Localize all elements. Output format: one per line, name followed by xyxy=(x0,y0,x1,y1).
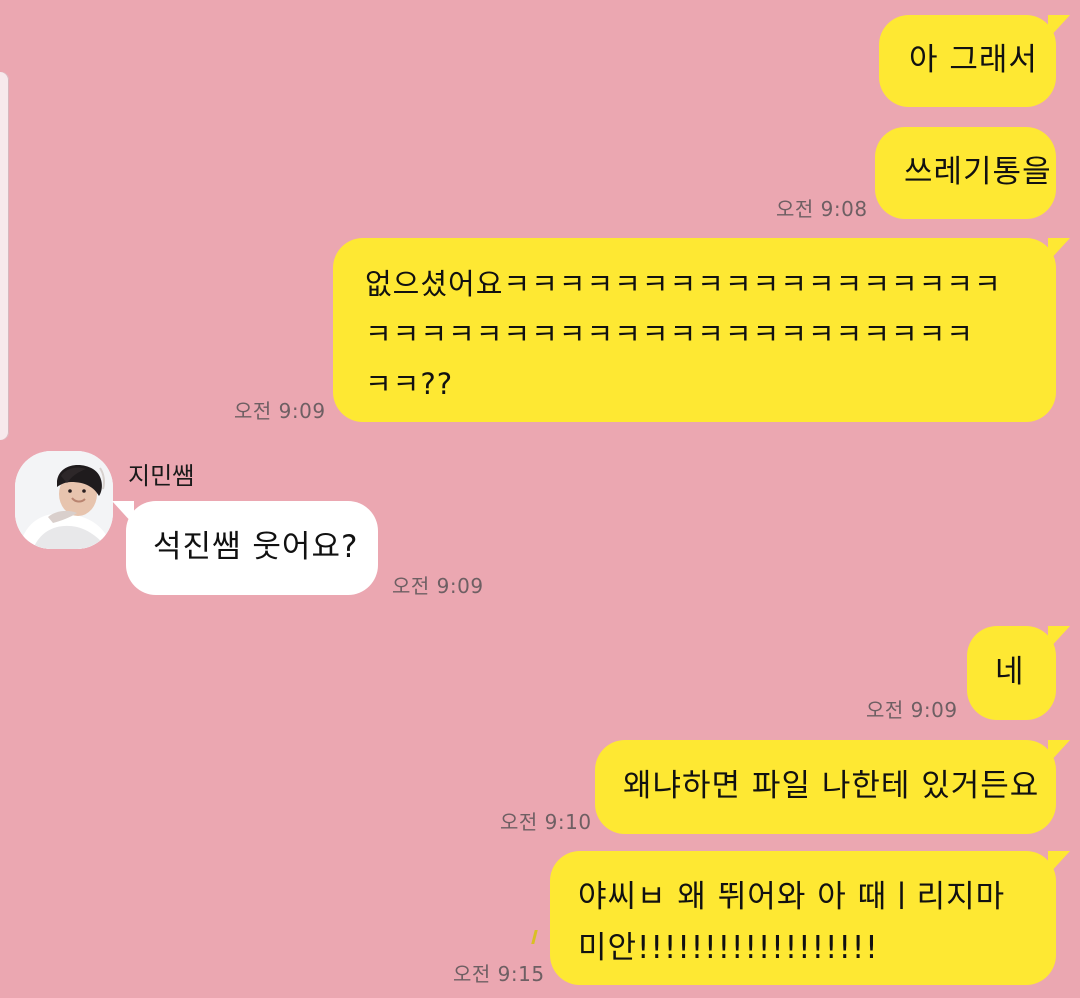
message-text-line-1: 없으셨어요ㅋㅋㅋㅋㅋㅋㅋㅋㅋㅋㅋㅋㅋㅋㅋㅋㅋㅋ xyxy=(365,267,1002,301)
partner-message-bubble[interactable]: 석진쌤 웃어요? xyxy=(112,501,378,595)
profile-avatar[interactable] xyxy=(15,451,113,549)
message-text: 왜냐하면 파일 나한테 있거든요 xyxy=(623,768,1040,804)
message-text-line-2: 미안!!!!!!!!!!!!!!!!!! xyxy=(578,930,879,966)
message-timestamp: 오전 9:09 xyxy=(866,698,958,722)
message-timestamp: 오전 9:09 xyxy=(392,574,484,598)
profile-photo-icon xyxy=(15,451,113,549)
my-message-bubble-6[interactable]: 야씨ㅂ 왜 뛰어와 아 때ㅣ리지마 미안!!!!!!!!!!!!!!!!!! xyxy=(550,851,1070,985)
my-message-bubble-4[interactable]: 네 xyxy=(967,626,1070,720)
scroll-edge-indicator xyxy=(0,72,9,440)
message-timestamp: 오전 9:15 xyxy=(453,962,545,986)
message-text-line-1: 야씨ㅂ 왜 뛰어와 아 때ㅣ리지마 xyxy=(578,879,1006,915)
message-text: 석진쌤 웃어요? xyxy=(153,529,359,565)
my-message-bubble-2[interactable]: 쓰레기통을 xyxy=(875,127,1056,219)
message-text-line-3: ㅋㅋ?? xyxy=(365,367,454,401)
partner-name: 지민쌤 xyxy=(128,462,195,490)
message-timestamp: 오전 9:08 xyxy=(776,197,868,221)
message-text: 네 xyxy=(995,654,1025,690)
my-message-bubble-1[interactable]: 아 그래서 xyxy=(879,15,1070,107)
message-timestamp: 오전 9:09 xyxy=(234,399,326,423)
message-text: 쓰레기통을 xyxy=(904,154,1052,190)
message-timestamp: 오전 9:10 xyxy=(500,810,592,834)
message-text-line-2: ㅋㅋㅋㅋㅋㅋㅋㅋㅋㅋㅋㅋㅋㅋㅋㅋㅋㅋㅋㅋㅋㅋ xyxy=(365,317,974,351)
text-cursor-mark xyxy=(531,930,538,944)
message-text: 아 그래서 xyxy=(909,42,1038,78)
my-message-bubble-3[interactable]: 없으셨어요ㅋㅋㅋㅋㅋㅋㅋㅋㅋㅋㅋㅋㅋㅋㅋㅋㅋㅋ ㅋㅋㅋㅋㅋㅋㅋㅋㅋㅋㅋㅋㅋㅋㅋㅋ… xyxy=(333,238,1070,422)
my-message-bubble-5[interactable]: 왜냐하면 파일 나한테 있거든요 xyxy=(595,740,1070,834)
